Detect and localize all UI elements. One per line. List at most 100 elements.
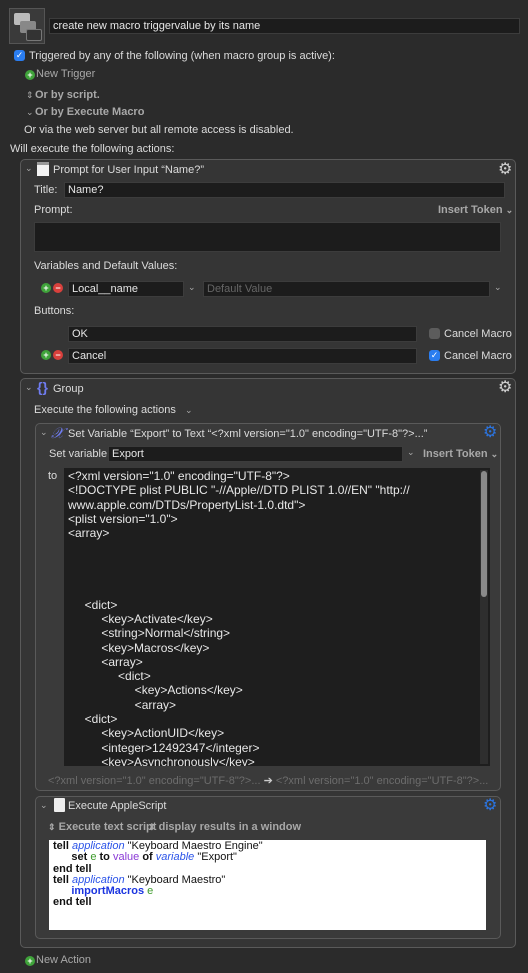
collapse-chevron-icon[interactable]: ⌄ — [25, 382, 33, 393]
arrow-icon: ➔ — [263, 775, 273, 787]
text-line: <array> — [68, 654, 143, 669]
insert-token-label: Insert Token — [438, 204, 503, 216]
insert-token-button[interactable]: Insert Token ⌄ — [438, 204, 513, 216]
add-button-icon[interactable]: + — [41, 350, 51, 360]
button-cancel-field[interactable]: Cancel — [68, 348, 417, 364]
kw: of — [142, 851, 153, 864]
web-server-note: Or via the web server but all remote acc… — [24, 124, 294, 136]
text-line: <array> — [68, 526, 110, 541]
variable-dropdown-icon[interactable]: ⌄ — [188, 282, 196, 293]
text-line: <dict> — [68, 669, 151, 684]
script-document-icon — [54, 798, 65, 812]
applescript-editor[interactable]: tell application "Keyboard Maestro Engin… — [49, 840, 486, 930]
prompt-textarea[interactable] — [34, 222, 501, 252]
variable-name-field[interactable]: Local__name — [68, 281, 184, 297]
set-variable-label: Set variable — [49, 448, 108, 460]
variable-field[interactable]: Export — [108, 446, 403, 462]
prop: value — [112, 851, 140, 864]
text-line: <key>Asynchronously</key> — [68, 754, 255, 766]
cls: application — [71, 873, 125, 886]
chevron-down-icon: ⌄ — [26, 107, 34, 117]
window-icon — [37, 162, 49, 176]
cancel-cancel-macro-checkbox[interactable]: ✓ — [429, 350, 440, 361]
collapse-chevron-icon[interactable]: ⌄ — [40, 800, 48, 811]
collapse-chevron-icon[interactable]: ⌄ — [25, 163, 33, 174]
text-line: <plist version="1.0"> — [68, 511, 178, 526]
braces-icon: {} — [37, 379, 48, 395]
ok-cancel-macro-checkbox[interactable] — [429, 328, 440, 339]
summary-from: <?xml version="1.0" encoding="UTF-8"?>..… — [48, 775, 261, 787]
str: "Keyboard Maestro" — [124, 873, 226, 886]
cancel-cancel-macro-label: Cancel Macro — [444, 350, 512, 362]
or-by-execute-macro-toggle[interactable]: Or by Execute Macro — [35, 106, 144, 118]
variables-label: Variables and Default Values: — [34, 260, 178, 272]
kw: end tell — [53, 896, 92, 909]
add-variable-icon[interactable]: + — [41, 283, 51, 293]
prompt-label: Prompt: — [34, 204, 73, 216]
str: "Export" — [194, 851, 237, 864]
gear-icon[interactable]: ⚙ — [483, 798, 497, 814]
group-mode-label: Execute the following actions — [34, 404, 176, 416]
or-by-script-toggle[interactable]: Or by script. — [35, 89, 100, 101]
set-variable-title: Set Variable “Export” to Text “<?xml ver… — [68, 428, 428, 440]
title-label: Title: — [34, 184, 58, 196]
gear-icon[interactable]: ⚙ — [483, 425, 497, 441]
text-line — [64, 540, 490, 554]
group-mode-dropdown[interactable]: Execute the following actions ⌄ — [34, 404, 192, 416]
gear-icon[interactable]: ⚙ — [498, 380, 512, 396]
title-field[interactable]: Name? — [64, 182, 505, 198]
text-line: <array> — [68, 697, 177, 712]
text-line: <key>Activate</key> — [68, 611, 213, 626]
summary-to: <?xml version="1.0" encoding="UTF-8"?>..… — [275, 775, 489, 787]
gear-icon[interactable]: ⚙ — [498, 162, 512, 178]
triggers-enabled-checkbox[interactable]: ✓ — [14, 50, 25, 61]
insert-token-label: Insert Token — [423, 448, 488, 460]
scrollbar[interactable] — [480, 470, 488, 764]
var: e — [147, 885, 154, 898]
text-line — [64, 569, 490, 583]
remove-button-icon[interactable]: − — [53, 350, 63, 360]
text-line: <dict> — [68, 597, 118, 612]
variable-x-icon: 𝒳 — [51, 424, 64, 442]
text-line: <!DOCTYPE plist PUBLIC "-//Apple//DTD PL… — [68, 483, 410, 498]
variable-dropdown-icon[interactable]: ⌄ — [407, 447, 415, 458]
kw: to — [99, 851, 110, 864]
kw: tell — [53, 873, 69, 886]
text-line: www.apple.com/DTDs/PropertyList-1.0.dtd"… — [68, 497, 306, 512]
new-trigger-plus-icon[interactable]: + — [25, 70, 35, 80]
str: "Keyboard Maestro Engine" — [124, 840, 263, 852]
prompt-action-title: Prompt for User Input “Name?” — [53, 164, 204, 176]
text-line: <string>Normal</string> — [68, 626, 231, 641]
cls: variable — [155, 851, 195, 864]
script-source-label: Execute text script — [58, 821, 157, 833]
text-line: <integer>12492347</integer> — [68, 740, 260, 755]
collapse-chevron-icon[interactable]: ⌄ — [40, 427, 48, 438]
cls: application — [71, 840, 125, 852]
to-label: to — [48, 470, 58, 482]
macro-name-field[interactable]: create new macro triggervalue by its nam… — [49, 18, 520, 34]
text-value-area[interactable]: <?xml version="1.0" encoding="UTF-8"?> <!… — [64, 468, 490, 766]
script-source-popup[interactable]: ⇕ Execute text script — [48, 821, 156, 833]
triggers-heading: Triggered by any of the following (when … — [29, 50, 335, 62]
text-line — [64, 583, 490, 597]
new-action-button[interactable]: New Action — [36, 954, 91, 966]
cmd: importMacros — [71, 885, 145, 898]
kw: tell — [53, 840, 69, 852]
results-popup[interactable]: ⇕ display results in a window — [148, 821, 301, 833]
var: e — [90, 851, 97, 864]
new-trigger-button[interactable]: New Trigger — [36, 68, 95, 80]
button-ok-field[interactable]: OK — [68, 326, 417, 342]
actions-heading: Will execute the following actions: — [10, 143, 175, 155]
text-line: <key>Macros</key> — [68, 640, 210, 655]
ok-cancel-macro-label: Cancel Macro — [444, 328, 512, 340]
remove-variable-icon[interactable]: − — [53, 283, 63, 293]
new-action-plus-icon[interactable]: + — [25, 956, 35, 966]
macro-icon[interactable] — [9, 8, 45, 44]
applescript-title: Execute AppleScript — [68, 800, 167, 812]
buttons-label: Buttons: — [34, 305, 75, 317]
updown-icon: ⇕ — [26, 90, 34, 100]
insert-token-button[interactable]: Insert Token ⌄ — [423, 448, 498, 460]
default-value-field[interactable]: Default Value — [203, 281, 490, 297]
kw: set — [71, 851, 88, 864]
default-dropdown-icon[interactable]: ⌄ — [494, 282, 502, 293]
